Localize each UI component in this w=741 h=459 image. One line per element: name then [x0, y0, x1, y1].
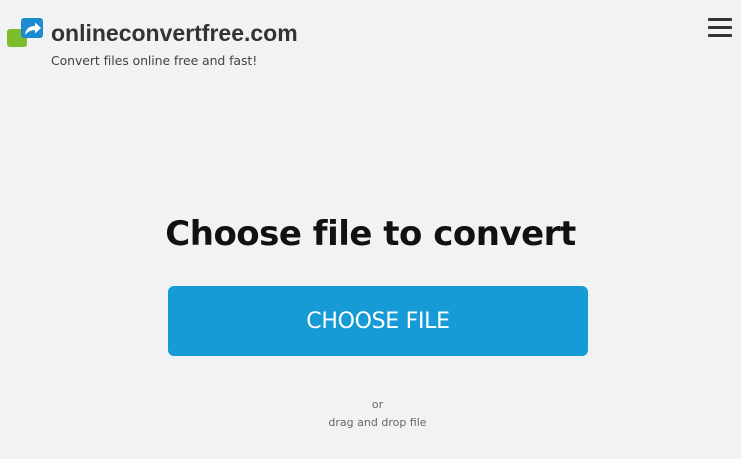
menu-bar-line	[708, 26, 732, 29]
page-title: Choose file to convert	[165, 214, 576, 254]
choose-file-button[interactable]: CHOOSE FILE	[168, 286, 588, 356]
menu-bar-line	[708, 18, 732, 21]
site-name: onlineconvertfree.com	[51, 19, 298, 46]
menu-bar-line	[708, 34, 732, 37]
hamburger-menu-icon[interactable]	[706, 15, 734, 39]
site-tagline: Convert files online free and fast!	[51, 53, 258, 68]
site-logo-link[interactable]: onlineconvertfree.com	[7, 17, 298, 49]
drag-drop-hint: drag and drop file	[328, 416, 427, 429]
or-separator-text: or	[371, 398, 384, 411]
convert-arrow-icon	[7, 17, 44, 49]
